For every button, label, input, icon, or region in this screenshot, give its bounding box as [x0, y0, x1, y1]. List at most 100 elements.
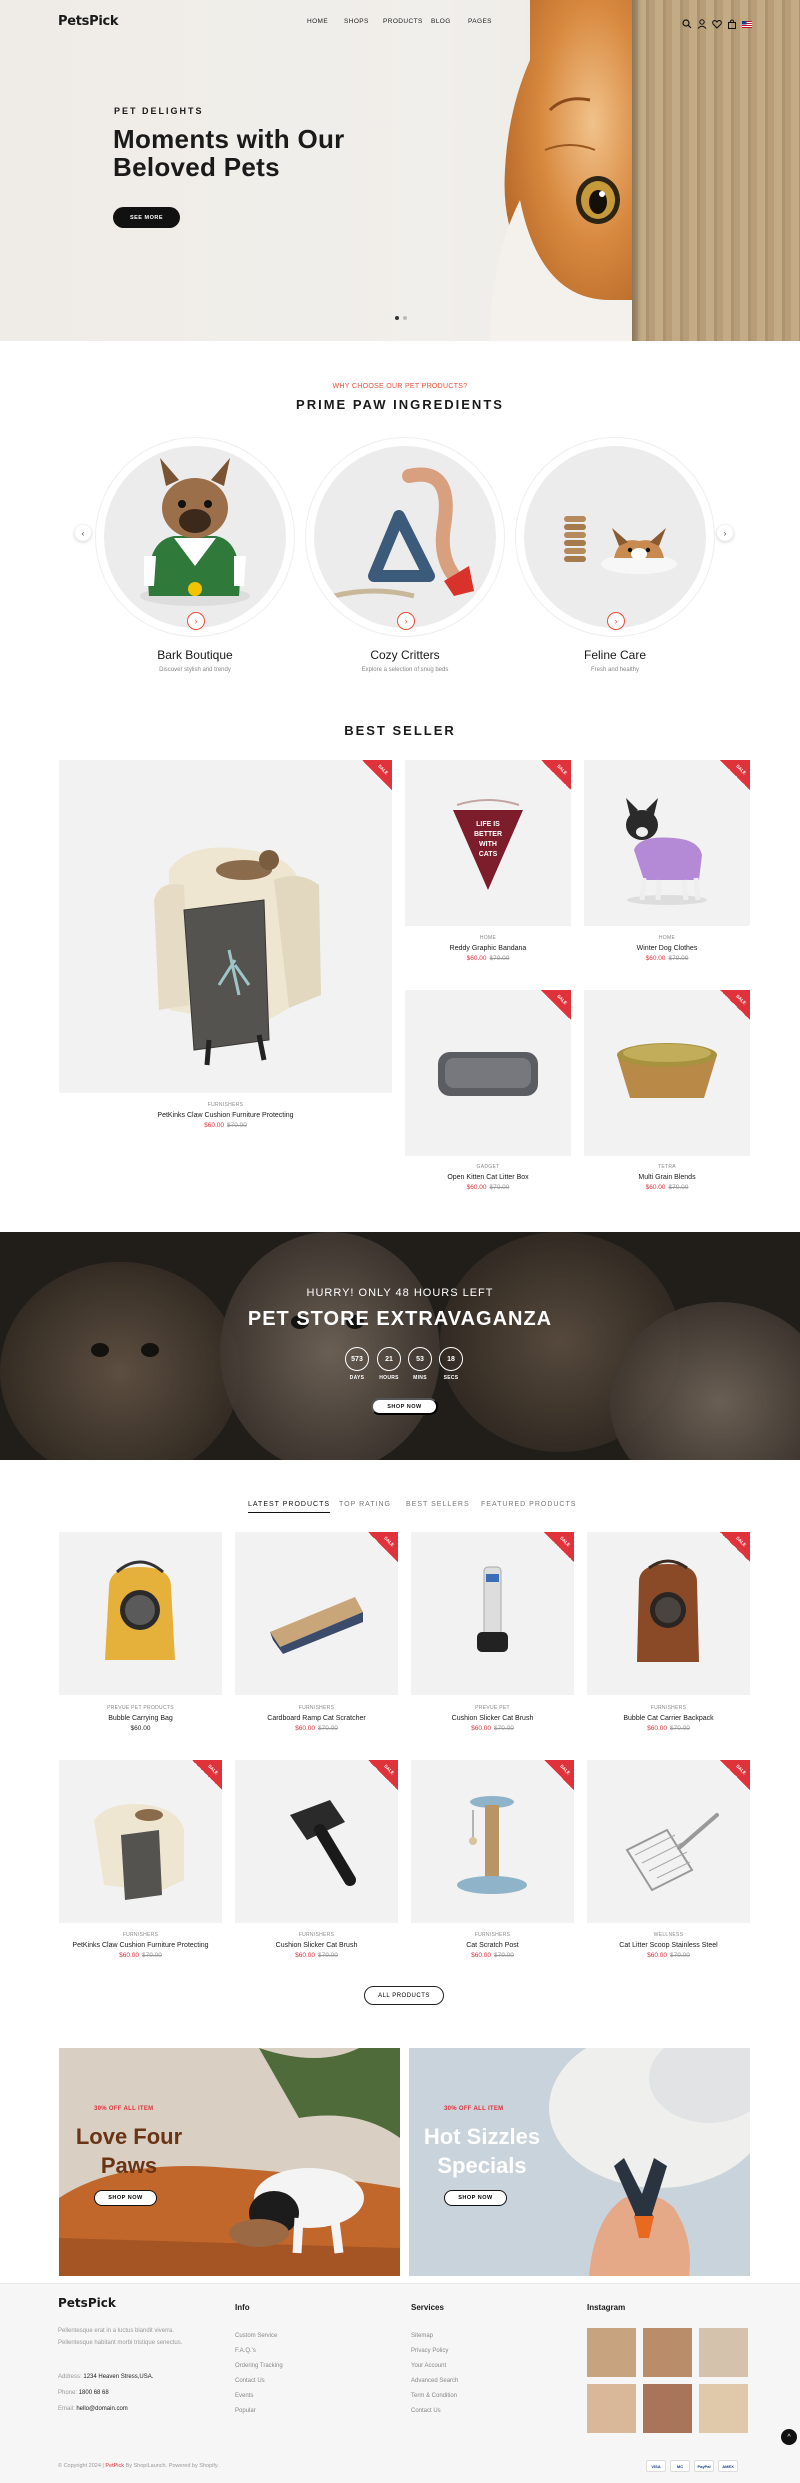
- product-image-carrying-bag[interactable]: [59, 1532, 222, 1695]
- footer-link[interactable]: F.A.Q.'s: [235, 2348, 256, 2354]
- nav-home[interactable]: HOME: [307, 18, 328, 25]
- all-products-button[interactable]: ALL PRODUCTS: [364, 1986, 444, 2005]
- instagram-photo[interactable]: [699, 2384, 748, 2433]
- nav-products[interactable]: PRODUCTS: [383, 18, 423, 25]
- search-icon[interactable]: [682, 16, 692, 29]
- instagram-photo[interactable]: [587, 2384, 636, 2433]
- tab-latest-products[interactable]: LATEST PRODUCTS: [248, 1501, 331, 1513]
- footer-link[interactable]: Ordering Tracking: [235, 2363, 283, 2369]
- category-link-arrow-icon[interactable]: ›: [607, 612, 625, 630]
- product-name[interactable]: Cushion Slicker Cat Brush: [411, 1715, 574, 1722]
- product-name[interactable]: PetKinks Claw Cushion Furniture Protecti…: [59, 1942, 222, 1949]
- product-name[interactable]: Cat Scratch Post: [411, 1942, 574, 1949]
- carousel-prev-button[interactable]: ‹: [75, 525, 91, 541]
- banner-shop-now-button[interactable]: SHOP NOW: [94, 2190, 157, 2206]
- category-card-feline[interactable]: › Feline Care Fresh and healthy: [515, 437, 715, 687]
- product-price: $60.00 $70.00: [645, 1184, 689, 1191]
- category-link-arrow-icon[interactable]: ›: [187, 612, 205, 630]
- product-image-litter-box[interactable]: SALE: [405, 990, 571, 1156]
- slider-dot-2[interactable]: [403, 316, 407, 320]
- product-name[interactable]: Winter Dog Clothes: [584, 945, 750, 952]
- product-name[interactable]: PetKinks Claw Cushion Furniture Protecti…: [59, 1112, 392, 1119]
- category-card-bark[interactable]: › Bark Boutique Discover stylish and tre…: [95, 437, 295, 687]
- instagram-photo[interactable]: [699, 2328, 748, 2377]
- product-image-bandana[interactable]: LIFE IS BETTER WITH CATS SALE: [405, 760, 571, 926]
- countdown-mins: 53 MINS: [408, 1347, 432, 1381]
- footer-link[interactable]: Contact Us: [235, 2378, 265, 2384]
- category-link-arrow-icon[interactable]: ›: [397, 612, 415, 630]
- product-name[interactable]: Bubble Cat Carrier Backpack: [587, 1715, 750, 1722]
- featured-product-image[interactable]: SALE: [59, 760, 392, 1093]
- product-info: GADGET Open Kitten Cat Litter Box $60.00…: [405, 1164, 571, 1191]
- product-name[interactable]: Bubble Carrying Bag: [59, 1715, 222, 1722]
- instagram-photo[interactable]: [643, 2384, 692, 2433]
- banner-hot-sizzles[interactable]: 30% OFF ALL ITEM Hot Sizzles Specials SH…: [409, 2048, 750, 2276]
- product-name[interactable]: Cardboard Ramp Cat Scratcher: [235, 1715, 398, 1722]
- nav-blog[interactable]: BLOG: [431, 18, 451, 25]
- product-image-slicker-brush-2[interactable]: SALE: [235, 1760, 398, 1923]
- hero-slider: PetsPick HOME SHOPS PRODUCTS BLOG PAGES …: [0, 0, 800, 341]
- countdown-hours: 21 HOURS: [377, 1347, 401, 1381]
- nav-pages[interactable]: PAGES: [468, 18, 492, 25]
- footer-link[interactable]: Sitemap: [411, 2333, 433, 2339]
- scroll-to-top-button[interactable]: ^: [781, 2429, 797, 2445]
- banner-shop-now-button[interactable]: SHOP NOW: [444, 2190, 507, 2206]
- product-image-claw-cushion[interactable]: SALE: [59, 1760, 222, 1923]
- instagram-photo[interactable]: [587, 2328, 636, 2377]
- sale-badge: SALE: [544, 1760, 574, 1790]
- chevron-right-icon: ›: [723, 528, 727, 538]
- sale-badge: SALE: [541, 990, 571, 1020]
- footer-link[interactable]: Events: [235, 2393, 253, 2399]
- product-info: PREVUE PET Cushion Slicker Cat Brush $60…: [411, 1705, 574, 1732]
- product-image-scratch-post[interactable]: SALE: [411, 1760, 574, 1923]
- tab-top-rating[interactable]: TOP RATING: [339, 1501, 391, 1508]
- product-image-dog-clothes[interactable]: SALE: [584, 760, 750, 926]
- category-name[interactable]: Bark Boutique: [95, 648, 295, 662]
- site-logo[interactable]: PetsPick: [58, 14, 119, 29]
- banner-love-four-paws[interactable]: 30% OFF ALL ITEM Love Four Paws SHOP NOW: [59, 2048, 400, 2276]
- category-card-cozy[interactable]: › Cozy Critters Explore a selection of s…: [305, 437, 505, 687]
- user-icon[interactable]: [697, 16, 707, 29]
- product-name[interactable]: Cushion Slicker Cat Brush: [235, 1942, 398, 1949]
- product-category: PREVUE PET PRODUCTS: [107, 1705, 174, 1711]
- nav-shops[interactable]: SHOPS: [344, 18, 369, 25]
- tab-featured-products[interactable]: FEATURED PRODUCTS: [481, 1501, 576, 1508]
- footer-link[interactable]: Contact Us: [411, 2408, 441, 2414]
- product-name[interactable]: Cat Litter Scoop Stainless Steel: [587, 1942, 750, 1949]
- footer-link[interactable]: Advanced Search: [411, 2378, 458, 2384]
- footer-link[interactable]: Your Account: [411, 2363, 446, 2369]
- product-image-grain[interactable]: SALE: [584, 990, 750, 1156]
- category-desc: Discover stylish and trendy: [159, 667, 231, 673]
- footer-link[interactable]: Privacy Policy: [411, 2348, 448, 2354]
- product-category: PREVUE PET: [475, 1705, 510, 1711]
- product-image-ramp-scratcher[interactable]: SALE: [235, 1532, 398, 1695]
- product-image-slicker-brush[interactable]: SALE: [411, 1532, 574, 1695]
- category-name[interactable]: Cozy Critters: [305, 648, 505, 662]
- footer-link[interactable]: Term & Condition: [411, 2393, 457, 2399]
- wishlist-heart-icon[interactable]: [712, 16, 722, 29]
- tab-best-sellers[interactable]: BEST SELLERS: [406, 1501, 470, 1508]
- product-name[interactable]: Multi Grain Blends: [584, 1174, 750, 1181]
- instagram-photo[interactable]: [643, 2328, 692, 2377]
- promo-shop-now-button[interactable]: SHOP NOW: [371, 1398, 438, 1415]
- product-category: FURNISHERS: [298, 1705, 335, 1711]
- language-flag-icon[interactable]: [742, 16, 752, 28]
- footer-link[interactable]: Custom Service: [235, 2333, 277, 2339]
- hero-see-more-button[interactable]: SEE MORE: [113, 207, 180, 228]
- mastercard-icon: MC: [670, 2460, 690, 2472]
- product-name[interactable]: Open Kitten Cat Litter Box: [405, 1174, 571, 1181]
- carousel-next-button[interactable]: ›: [717, 525, 733, 541]
- footer-link[interactable]: Popular: [235, 2408, 256, 2414]
- slider-dot-1[interactable]: [395, 316, 399, 320]
- cart-bag-icon[interactable]: [727, 16, 737, 29]
- hero-cardboard-decor: [632, 0, 800, 341]
- product-info: PREVUE PET PRODUCTS Bubble Carrying Bag …: [59, 1705, 222, 1732]
- product-name[interactable]: Reddy Graphic Bandana: [405, 945, 571, 952]
- category-name[interactable]: Feline Care: [515, 648, 715, 662]
- footer-logo[interactable]: PetsPick: [58, 2296, 116, 2310]
- product-image-cat-backpack[interactable]: SALE: [587, 1532, 750, 1695]
- product-info: FURNISHERS Cat Scratch Post $60.00 $70.00: [411, 1932, 574, 1959]
- product-image-litter-scoop[interactable]: SALE: [587, 1760, 750, 1923]
- why-title: PRIME PAW INGREDIENTS: [296, 397, 504, 412]
- svg-text:CATS: CATS: [479, 851, 498, 858]
